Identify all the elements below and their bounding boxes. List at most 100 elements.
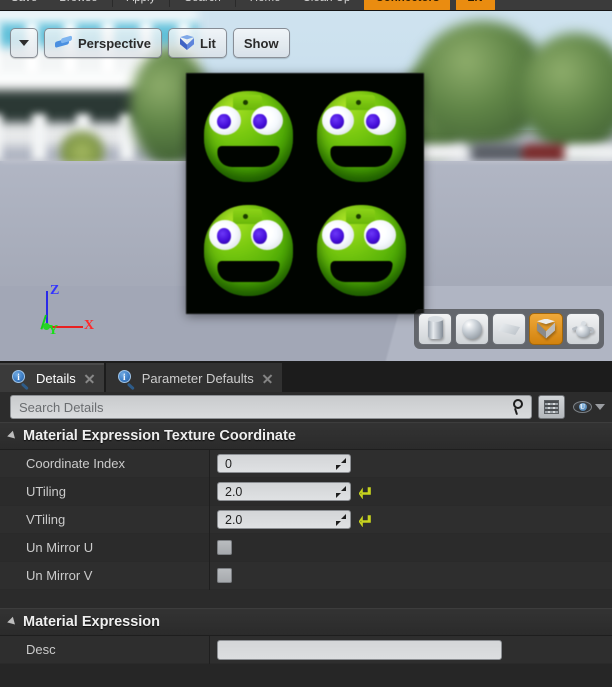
plane-icon	[498, 323, 520, 335]
application-toolbar: Save Browse Apply Search Home Clean Up C…	[0, 0, 612, 11]
toolbar-separator	[111, 0, 113, 7]
toolbar-home-button[interactable]: Home	[239, 0, 292, 10]
property-label: Un Mirror V	[0, 561, 210, 590]
sphere-icon	[462, 319, 482, 339]
texture-tile	[192, 194, 305, 309]
toolbar-save-button[interactable]: Save	[0, 0, 48, 10]
viewport-lighting-mode-button[interactable]: Lit	[168, 28, 227, 58]
details-info-icon: i	[117, 370, 135, 390]
viewport-lighting-mode-label: Lit	[200, 35, 216, 51]
utiling-input[interactable]: 2.0	[217, 482, 351, 501]
magnifier-icon	[511, 399, 526, 416]
tab-details[interactable]: i Details	[0, 363, 104, 392]
tab-details-close-icon[interactable]	[83, 372, 96, 385]
spinner-arrows-icon[interactable]	[336, 486, 346, 498]
reset-to-default-icon[interactable]	[359, 513, 372, 527]
backdrop-car	[522, 144, 568, 161]
preview-shape-sphere-button[interactable]	[455, 313, 489, 345]
section-title: Material Expression	[23, 614, 160, 630]
chevron-down-icon	[595, 404, 605, 410]
vtiling-value: 2.0	[225, 512, 243, 527]
gizmo-x-label: X	[84, 318, 95, 333]
preview-shape-cube-button[interactable]	[529, 313, 563, 345]
texture-tile	[305, 194, 418, 309]
perspective-camera-icon	[55, 36, 73, 50]
application-toolbar-items: Save Browse Apply Search Home Clean Up C…	[0, 0, 498, 10]
details-tab-strip: i Details i Parameter Defaults	[0, 361, 612, 392]
teapot-icon	[571, 320, 594, 338]
search-input[interactable]: Search Details	[10, 395, 532, 419]
preview-shape-cylinder-button[interactable]	[418, 313, 452, 345]
property-value	[210, 636, 612, 664]
un-mirror-u-checkbox[interactable]	[217, 540, 232, 555]
toolbar-browse-button[interactable]: Browse	[48, 0, 108, 10]
details-panel: i Details i Parameter Defaults Search De…	[0, 361, 612, 687]
backdrop-parked-cars	[404, 131, 612, 161]
property-row-vtiling: VTiling 2.0	[0, 505, 612, 534]
property-row-coordinate-index: Coordinate Index 0	[0, 449, 612, 478]
toolbar-search-button[interactable]: Search	[173, 0, 231, 10]
gizmo-z-label: Z	[50, 283, 60, 298]
eye-icon: U	[573, 401, 592, 413]
viewport-toolbar: Perspective Lit Show	[10, 28, 290, 58]
toolbar-live-button[interactable]: Liv	[456, 0, 495, 10]
lit-cube-icon	[179, 35, 195, 51]
gizmo-z-axis	[46, 291, 48, 327]
spinner-arrows-icon[interactable]	[336, 514, 346, 526]
viewport-show-menu-button[interactable]: Show	[232, 28, 290, 58]
material-editor-window: Save Browse Apply Search Home Clean Up C…	[0, 0, 612, 687]
visibility-options-button[interactable]: U	[571, 401, 605, 413]
tab-parameter-defaults[interactable]: i Parameter Defaults	[105, 363, 282, 392]
toolbar-separator	[169, 0, 171, 7]
property-label: Un Mirror U	[0, 533, 210, 562]
property-list: Material Expression Texture Coordinate C…	[0, 422, 612, 664]
cube-icon	[536, 318, 556, 340]
property-value	[210, 562, 612, 590]
grid-view-toggle-button[interactable]	[538, 395, 565, 419]
spinner-arrows-icon[interactable]	[336, 458, 346, 470]
section-title: Material Expression Texture Coordinate	[23, 428, 296, 444]
disclosure-triangle-icon[interactable]	[7, 430, 18, 442]
coordinate-index-input[interactable]: 0	[217, 454, 351, 473]
toolbar-apply-button[interactable]: Apply	[116, 0, 167, 10]
property-label: Desc	[0, 635, 210, 664]
grid-view-icon	[544, 400, 559, 414]
section-header-material-expression-texture-coordinate[interactable]: Material Expression Texture Coordinate	[0, 422, 612, 450]
desc-input[interactable]	[217, 639, 502, 660]
reset-to-default-icon[interactable]	[359, 485, 372, 499]
un-mirror-v-checkbox[interactable]	[217, 568, 232, 583]
viewport-axis-gizmo: Z Y X	[40, 283, 102, 338]
preview-shape-plane-button[interactable]	[492, 313, 526, 345]
property-row-un-mirror-v: Un Mirror V	[0, 561, 612, 590]
section-header-material-expression[interactable]: Material Expression	[0, 608, 612, 636]
preview-shape-toolbar	[414, 309, 604, 349]
property-label: VTiling	[0, 505, 210, 534]
property-row-utiling: UTiling 2.0	[0, 477, 612, 506]
preview-shape-teapot-button[interactable]	[566, 313, 600, 345]
tab-parameter-defaults-close-icon[interactable]	[261, 372, 274, 385]
toolbar-connectors-button[interactable]: Connectors	[364, 0, 451, 10]
viewport-view-mode-button[interactable]: Perspective	[44, 28, 162, 58]
viewport-options-menu-button[interactable]	[10, 28, 38, 58]
tab-details-label: Details	[36, 371, 76, 386]
toolbar-separator	[234, 0, 236, 7]
search-input-placeholder: Search Details	[19, 399, 104, 415]
disclosure-triangle-icon[interactable]	[7, 616, 18, 628]
viewport-show-menu-label: Show	[243, 35, 279, 51]
texture-tile	[305, 79, 418, 194]
backdrop-car	[564, 144, 612, 161]
preview-mesh-cube[interactable]	[186, 73, 424, 314]
property-list-gap	[0, 590, 612, 608]
vtiling-input[interactable]: 2.0	[217, 510, 351, 529]
toolbar-clean-up-button[interactable]: Clean Up	[291, 0, 361, 10]
material-preview-viewport[interactable]: Perspective Lit Show Z Y X	[0, 11, 612, 361]
property-label: Coordinate Index	[0, 449, 210, 478]
backdrop-car	[472, 144, 524, 161]
utiling-value: 2.0	[225, 484, 243, 499]
chevron-down-icon	[19, 40, 29, 46]
property-row-desc: Desc	[0, 635, 612, 664]
gizmo-y-label: Y	[48, 323, 59, 338]
coordinate-index-value: 0	[225, 456, 232, 471]
property-value	[210, 534, 612, 562]
cylinder-icon	[427, 316, 443, 339]
